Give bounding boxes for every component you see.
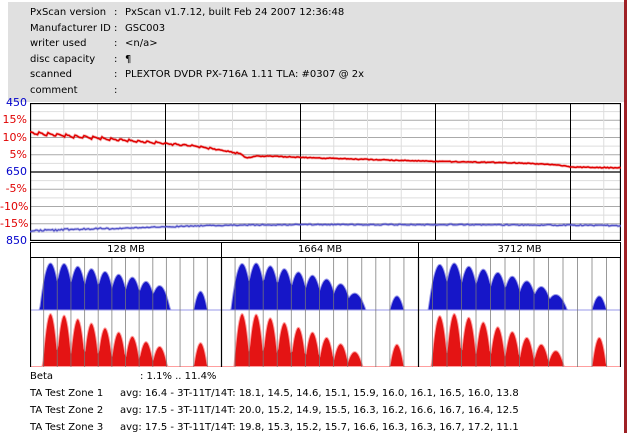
- info-row-comment: comment:: [8, 83, 624, 99]
- info-value: PLEXTOR DVDR PX-716A 1.11 TLA: #0307 @ 2…: [125, 69, 365, 80]
- result-value: avg: 17.5 - 3T-11T/14T: 20.0, 15.2, 14.9…: [120, 405, 519, 416]
- zone-label-box-3: 3712 MB: [419, 243, 620, 257]
- x-axis-zone-band: 128 MB 1664 MB 3712 MB: [30, 242, 621, 258]
- info-row-writer: writer used: <n/a>: [8, 36, 624, 52]
- y-axis-tick-label: -5%: [5, 182, 27, 196]
- y-axis-tick-label: 450: [6, 96, 27, 109]
- info-row-manufacturer: Manufacturer ID: GSC003: [8, 21, 624, 37]
- zone-label: 3712 MB: [497, 244, 542, 255]
- ta-zone3-result-row: TA Test Zone 3 avg: 17.5 - 3T-11T/14T: 19…: [0, 421, 627, 433]
- result-value: : 1.1% .. 11.4%: [140, 371, 217, 382]
- info-label: comment: [30, 84, 78, 96]
- y-axis-tick-label: 850: [6, 234, 27, 247]
- info-label: Manufacturer ID: [30, 22, 111, 34]
- ta-zone1-result-row: TA Test Zone 1 avg: 16.4 - 3T-11T/14T: 18…: [0, 387, 627, 402]
- result-label: TA Test Zone 1: [30, 388, 104, 399]
- colon: :: [114, 84, 118, 96]
- colon: :: [114, 38, 118, 49]
- y-axis-tick-label: -15%: [0, 216, 29, 230]
- y-axis-tick-label: 15%: [2, 113, 27, 127]
- ta-histogram-chart: [30, 258, 621, 367]
- beta-result-row: Beta : 1.1% .. 11.4%: [0, 370, 627, 385]
- y-axis-tick-label: 650: [6, 165, 27, 178]
- beta-asymmetry-chart: [30, 103, 621, 241]
- colon: :: [114, 69, 118, 80]
- info-label: writer used: [30, 38, 87, 49]
- colon: :: [114, 53, 118, 65]
- result-value: avg: 16.4 - 3T-11T/14T: 18.1, 14.5, 14.6…: [120, 388, 519, 399]
- zone-label: 128 MB: [107, 244, 145, 255]
- zone-label-box-1: 128 MB: [31, 243, 222, 257]
- zone-label-box-2: 1664 MB: [222, 243, 419, 257]
- info-value: GSC003: [125, 22, 166, 34]
- info-value: <n/a>: [125, 38, 158, 49]
- info-label: PxScan version: [30, 7, 107, 18]
- y-axis-tick-label: 10%: [2, 130, 27, 144]
- result-label: TA Test Zone 3: [30, 422, 104, 433]
- y-axis-tick-label: -10%: [0, 199, 29, 213]
- info-label: scanned: [30, 69, 73, 80]
- zone-label: 1664 MB: [297, 244, 343, 255]
- info-value: PxScan v1.7.12, built Feb 24 2007 12:36:…: [125, 7, 345, 18]
- info-row-version: PxScan version: PxScan v1.7.12, built Feb…: [8, 5, 624, 21]
- result-label: TA Test Zone 2: [30, 405, 104, 416]
- colon: :: [114, 22, 118, 34]
- info-row-capacity: disc capacity: ¶: [8, 52, 624, 68]
- result-value: avg: 17.5 - 3T-11T/14T: 19.8, 15.3, 15.2…: [120, 422, 519, 433]
- info-row-scanned: scanned: PLEXTOR DVDR PX-716A 1.11 TLA: #…: [8, 67, 624, 83]
- colon: :: [114, 7, 118, 18]
- info-label: disc capacity: [30, 53, 96, 65]
- scan-info-panel: PxScan version: PxScan v1.7.12, built Feb…: [8, 2, 624, 102]
- result-label: Beta: [30, 371, 54, 382]
- ta-zone2-result-row: TA Test Zone 2 avg: 17.5 - 3T-11T/14T: 20…: [0, 404, 627, 419]
- y-axis-tick-label: 5%: [9, 147, 27, 161]
- info-value: ¶: [125, 53, 132, 65]
- pxscan-report: PxScan version: PxScan v1.7.12, built Feb…: [0, 0, 627, 433]
